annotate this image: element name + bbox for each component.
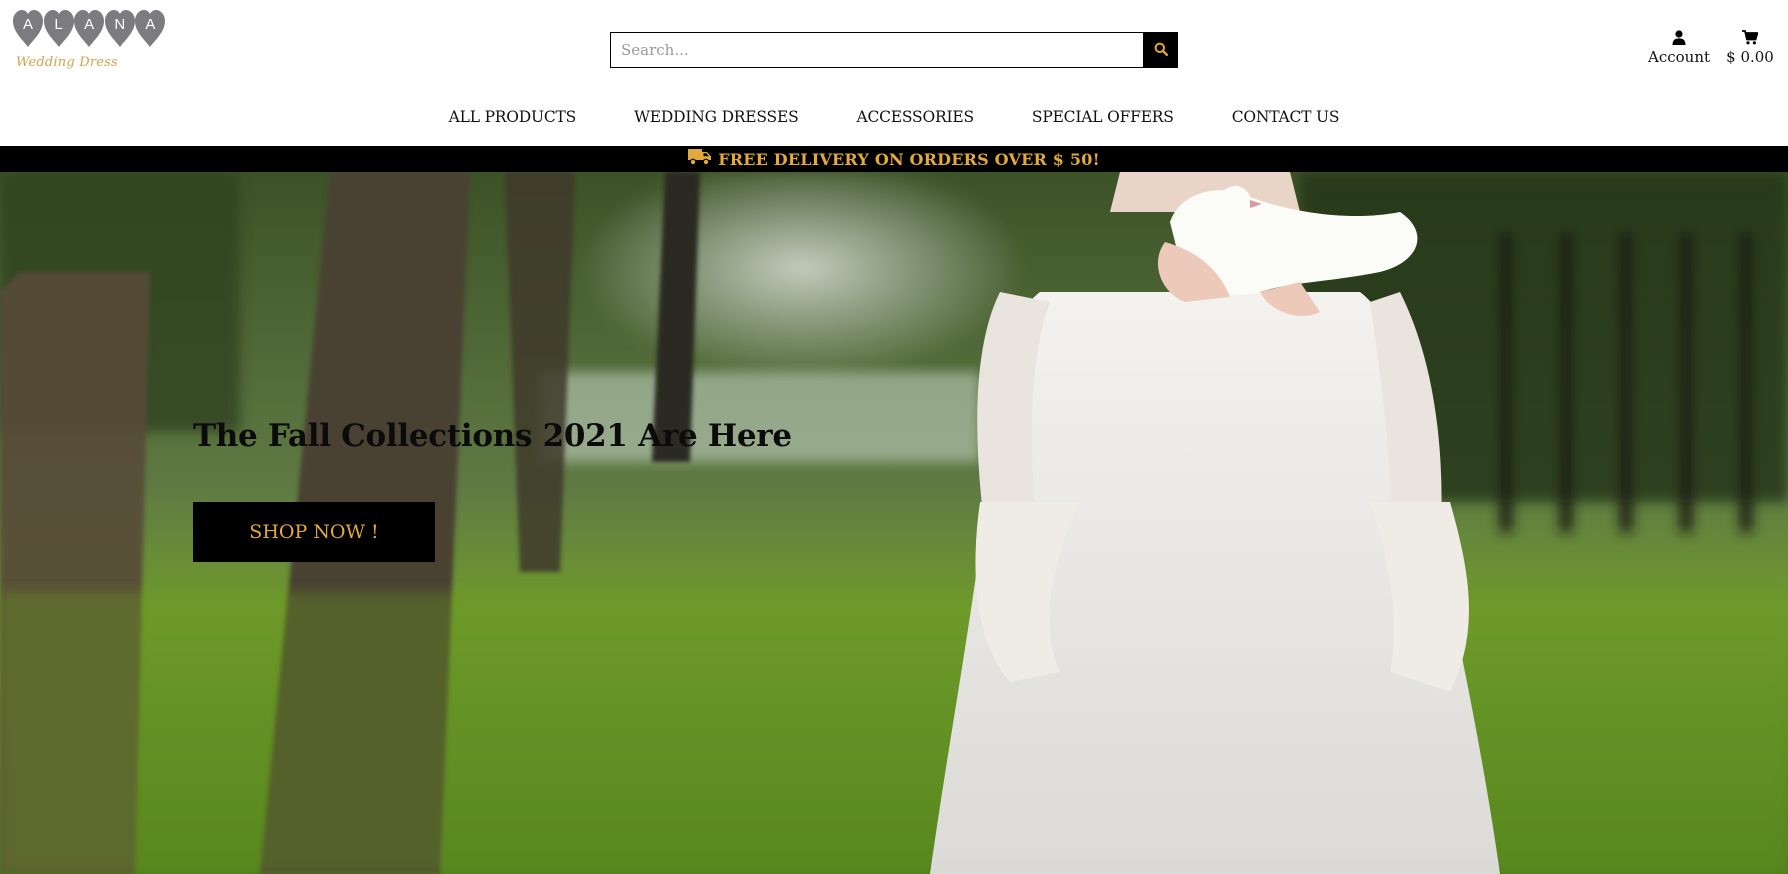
hero-title: The Fall Collections 2021 Are Here xyxy=(193,418,792,454)
account-label: Account xyxy=(1648,48,1711,66)
logo-tagline: Wedding Dress xyxy=(16,55,118,70)
logo-heart: L xyxy=(43,10,74,48)
cart-link[interactable]: $ 0.00 xyxy=(1722,30,1778,66)
logo-letter: A xyxy=(22,16,33,33)
logo-hearts: A L A N A xyxy=(13,10,166,48)
brand-logo[interactable]: A L A N A Wedding Dress xyxy=(13,10,166,76)
shopping-cart-icon xyxy=(1722,30,1778,46)
logo-heart: A xyxy=(13,10,43,48)
logo-letter: N xyxy=(114,16,126,33)
cart-total: $ 0.00 xyxy=(1726,48,1774,66)
promo-banner: FREE DELIVERY ON ORDERS OVER $ 50! xyxy=(0,146,1788,172)
user-icon xyxy=(1648,30,1710,46)
search-input[interactable] xyxy=(610,32,1143,68)
logo-letter: L xyxy=(54,16,63,33)
logo-heart: A xyxy=(74,10,105,48)
logo-heart: A xyxy=(135,10,166,48)
logo-letter: A xyxy=(84,16,95,33)
nav-item-all-products[interactable]: ALL PRODUCTS xyxy=(449,108,577,126)
search-form xyxy=(610,32,1178,68)
hero-banner: The Fall Collections 2021 Are Here SHOP … xyxy=(0,172,1788,874)
nav-item-accessories[interactable]: ACCESSORIES xyxy=(856,108,974,126)
nav-item-contact-us[interactable]: CONTACT US xyxy=(1232,108,1340,126)
site-header: A L A N A Wedding Dress Search... Accoun… xyxy=(0,0,1788,146)
account-link[interactable]: Account xyxy=(1648,30,1710,66)
nav-item-special-offers[interactable]: SPECIAL OFFERS xyxy=(1032,108,1174,126)
search-icon xyxy=(1154,42,1168,59)
promo-text: FREE DELIVERY ON ORDERS OVER $ 50! xyxy=(718,149,1100,169)
logo-heart: N xyxy=(104,10,135,48)
main-nav: ALL PRODUCTS WEDDING DRESSES ACCESSORIES… xyxy=(0,108,1788,126)
shop-now-button[interactable]: SHOP NOW ! xyxy=(193,502,435,562)
logo-letter: A xyxy=(145,16,156,33)
truck-icon xyxy=(688,148,712,170)
nav-item-wedding-dresses[interactable]: WEDDING DRESSES xyxy=(634,108,799,126)
search-button[interactable] xyxy=(1143,32,1178,68)
